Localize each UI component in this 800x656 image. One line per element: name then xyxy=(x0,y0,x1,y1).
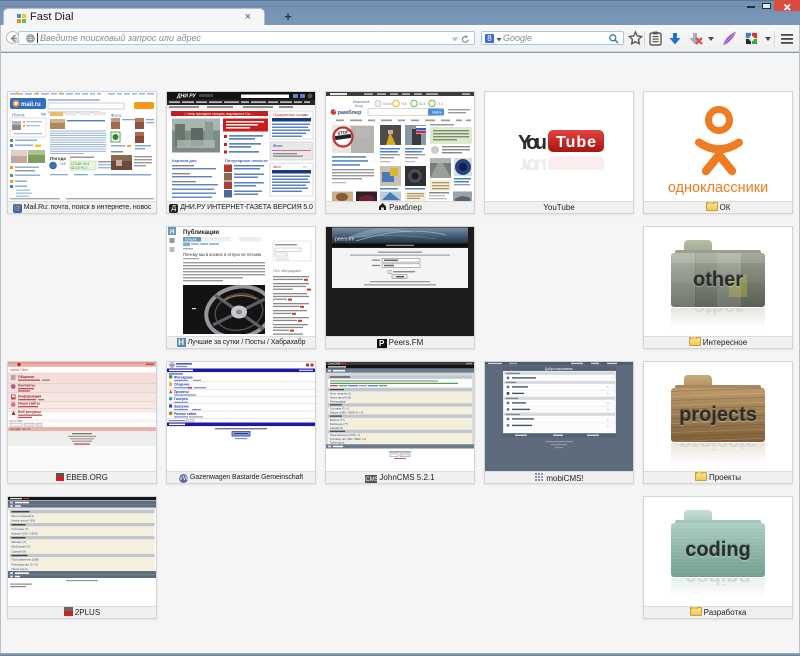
svg-text:Наши сайты: Наши сайты xyxy=(18,402,40,406)
svg-text:1 ›: 1 › xyxy=(607,392,611,396)
svg-text:чатов / блог: чатов / блог xyxy=(10,368,29,372)
svg-text:▪▪▪: ▪▪▪ xyxy=(303,165,307,169)
svg-text:Разное сайта: Разное сайта xyxy=(174,412,196,416)
svg-text:▪▪▪: ▪▪▪ xyxy=(303,113,307,117)
svg-text:Общение: Общение xyxy=(174,383,190,387)
svg-text:Руководство (186 / 3984) +11: Руководство (186 / 3984) +11 xyxy=(330,437,367,441)
svg-text:Погода: Погода xyxy=(50,156,66,161)
svg-text:Фото: Фото xyxy=(273,144,283,148)
svg-text:62.3: 62.3 xyxy=(419,102,425,106)
svg-text:JohnCMS: JohnCMS xyxy=(328,362,340,366)
svg-text:Картина дня: Картина дня xyxy=(172,158,197,163)
svg-text:Пользователи (2787) +3: Пользователи (2787) +3 xyxy=(330,433,360,437)
svg-text:Книга жалоб (19): Книга жалоб (19) xyxy=(330,395,351,399)
svg-text:42.10 +0.1: 42.10 +0.1 xyxy=(71,166,87,170)
svg-text:Контакты: Контакты xyxy=(18,384,35,388)
svg-text:⇒ Чему президент прощать педин: ⇒ Чему президент прощать пединарии в Гоа… xyxy=(184,112,254,116)
svg-text:Популярные новости: Популярные новости xyxy=(225,158,268,163)
svg-text:Вход: Вход xyxy=(355,104,363,108)
svg-text:2 ›: 2 › xyxy=(607,424,611,428)
svg-text:Библия (7): Библия (7) xyxy=(12,540,27,544)
svg-text:You: You xyxy=(518,132,547,154)
svg-text:Загрузки: Загрузки xyxy=(174,405,189,409)
svg-text:Пользователи (188): Пользователи (188) xyxy=(12,558,39,562)
svg-text:Фото: Фото xyxy=(111,113,122,118)
svg-text:ДНИ.РУ: ДНИ.РУ xyxy=(176,94,196,100)
svg-text:1 ›: 1 › xyxy=(607,418,611,422)
svg-text:Форум (1985 / 456074) +18: Форум (1985 / 456074) +18 xyxy=(330,411,364,415)
svg-text:Найти: Найти xyxy=(432,111,442,115)
svg-text:Сказай (9): Сказай (9) xyxy=(12,549,26,553)
svg-text:Онлайн: 10 / 2: Онлайн: 10 / 2 xyxy=(10,427,30,431)
svg-text:Почта: Почта xyxy=(12,113,25,118)
svg-text:mail.ru: mail.ru xyxy=(21,102,41,108)
svg-text:71.2: 71.2 xyxy=(437,102,443,106)
svg-text:Лучшие: Лучшие xyxy=(185,238,197,242)
svg-text:Авто: Авто xyxy=(273,165,281,169)
svg-text:Информация: Информация xyxy=(18,395,41,399)
svg-text:›: › xyxy=(611,376,612,380)
svg-text:Публикации: Публикации xyxy=(183,229,219,236)
svg-text:Библия (77): Библия (77) xyxy=(330,418,345,422)
svg-text:Выборная (7): Выборная (7) xyxy=(12,545,31,549)
svg-text:Добро пожаловать: Добро пожаловать xyxy=(545,367,573,371)
svg-text:peers.fm: peers.fm xyxy=(335,237,354,243)
svg-text:Гостевая (7): Гостевая (7) xyxy=(12,527,29,531)
svg-text:H: H xyxy=(170,230,174,236)
svg-text:Прем карта: Прем карта xyxy=(330,441,345,445)
svg-text:рамблер: рамблер xyxy=(338,109,362,116)
svg-text:Tube: Tube xyxy=(556,134,596,151)
svg-text:Распродажа!: Распродажа! xyxy=(330,399,346,403)
svg-text:Прем карта: Прем карта xyxy=(12,567,28,571)
svg-text:Галерея: Галерея xyxy=(174,397,188,401)
svg-text:+18: +18 xyxy=(401,102,407,106)
svg-text:Фотоархив: Фотоархив xyxy=(174,375,193,379)
svg-text:одноклассники: одноклассники xyxy=(668,180,768,196)
svg-text:Руководство (3 / 5): Руководство (3 / 5) xyxy=(12,562,38,566)
svg-text:Выборная (77): Выборная (77) xyxy=(330,422,348,426)
svg-text:Почта: Почта xyxy=(383,102,392,106)
svg-text:5 ›: 5 › xyxy=(607,408,611,412)
svg-text:Форум (190 / 1826): Форум (190 / 1826) xyxy=(12,532,38,536)
svg-text:0 / 1 / 56: 0 / 1 / 56 xyxy=(10,419,22,423)
svg-text:3 ›: 3 › xyxy=(607,401,611,405)
svg-text:Что обсуждают: Что обсуждают xyxy=(273,268,301,273)
svg-text:Общение: Общение xyxy=(18,375,34,379)
svg-text:Гостевая (7) +2: Гостевая (7) +2 xyxy=(330,407,350,411)
svg-text:Сказай (9): Сказай (9) xyxy=(330,426,343,430)
svg-text:Книга жалоб (19): Книга жалоб (19) xyxy=(12,519,36,523)
svg-text:Почему мы в космос в отпуск не: Почему мы в космос в отпуск не летаем xyxy=(183,252,261,257)
svg-text:1 ›: 1 › xyxy=(607,385,611,389)
svg-text:+14°: +14° xyxy=(59,162,67,166)
svg-text:Проекты: Проекты xyxy=(174,390,189,394)
svg-text:Фото галерея(1): Фото галерея(1) xyxy=(12,514,34,518)
svg-text:Фото галерея (1): Фото галерея (1) xyxy=(330,392,351,396)
